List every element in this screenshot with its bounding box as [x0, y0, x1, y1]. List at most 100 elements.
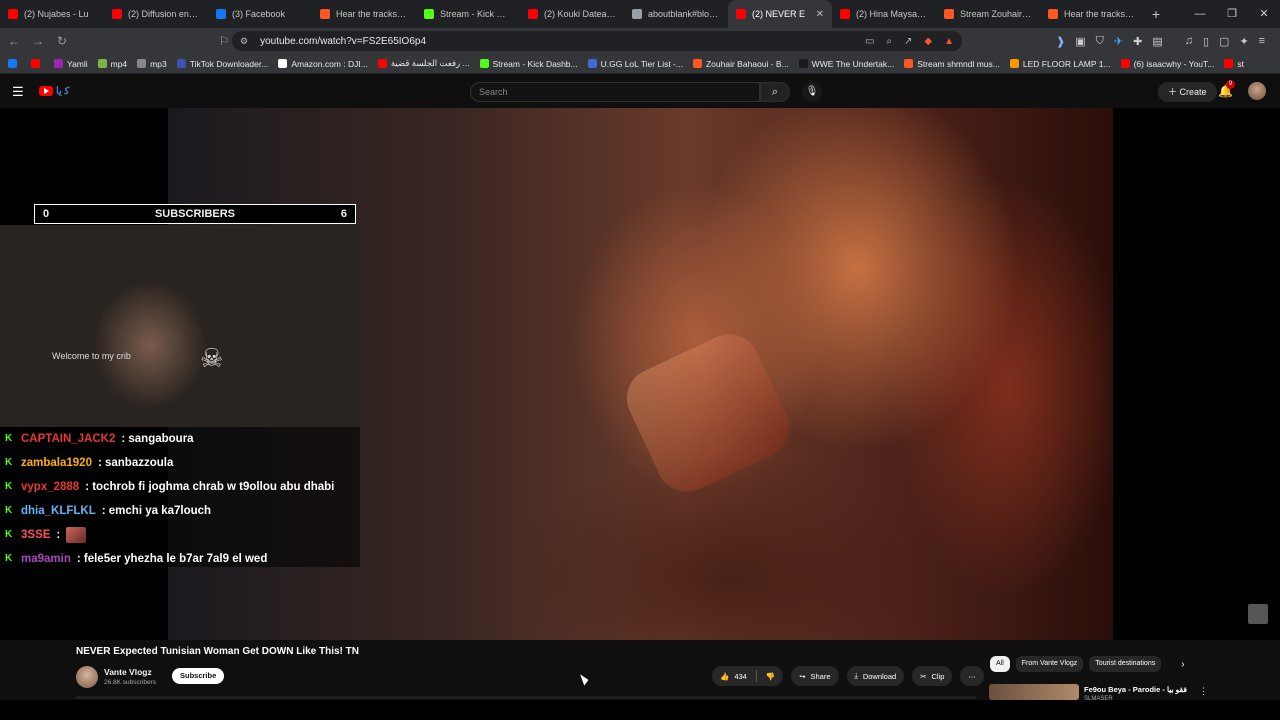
extension-icon[interactable]: ▣ [1075, 35, 1085, 48]
thumbs-down-icon[interactable]: 👎 [766, 672, 775, 681]
shield-icon[interactable]: ⛉ [1096, 35, 1104, 48]
subscribe-button[interactable]: Subscribe [172, 668, 225, 684]
clip-button[interactable]: ✂ Clip [912, 666, 953, 686]
share-button[interactable]: ↪ Share [791, 666, 839, 686]
brave-rewards-icon[interactable]: ▲ [944, 36, 954, 47]
wallet-icon[interactable]: ▢ [1219, 35, 1229, 48]
bookmark-item[interactable]: (6) isaacwhy - YouT... [1120, 59, 1214, 69]
bookmark-item[interactable]: mp4 [97, 58, 128, 69]
search-input[interactable]: Search [470, 82, 760, 102]
new-tab-button[interactable]: + [1144, 6, 1168, 22]
filter-chip[interactable]: From Vante Vlogz [1015, 656, 1084, 672]
miniplayer-thumb[interactable] [1248, 604, 1268, 624]
youtube-logo[interactable]: ﻛ ﻳﺎ [39, 84, 93, 98]
channel-avatar[interactable] [76, 666, 98, 688]
share-icon[interactable]: ↗ [904, 36, 912, 47]
download-button[interactable]: ⤓ Download [846, 666, 905, 686]
tab-favicon-icon [320, 9, 330, 19]
chat-username: ma9amin [21, 553, 71, 565]
extension-icon[interactable]: ▤ [1152, 35, 1162, 48]
bookmark-item[interactable]: Stream shmndl mus... [904, 59, 1000, 69]
more-actions-button[interactable]: ⋯ [960, 666, 984, 686]
bookmark-label: st [1237, 58, 1244, 69]
browser-tab[interactable]: (2) Kouki Dateacher [520, 0, 624, 28]
browser-tab[interactable]: Stream Zouhair Bah [936, 0, 1040, 28]
tab-label: (2) Diffusion en dire [128, 9, 200, 19]
zoom-icon[interactable]: ⌕ [886, 36, 892, 47]
voice-search-button[interactable]: 🎙 [802, 82, 822, 102]
reload-icon[interactable]: ↻ [52, 34, 72, 48]
kick-icon: K [5, 457, 13, 468]
bookmark-label: mp4 [110, 58, 128, 69]
bookmark-item[interactable]: TikTok Downloader... [176, 59, 268, 69]
rec-title[interactable]: Fe9ou Beya - Parodie - فقو بيا [1084, 685, 1187, 694]
recommended-video[interactable]: Fe9ou Beya - Parodie - فقو بيا SLMASER ⋮ [989, 684, 1209, 702]
filter-chip[interactable]: Tourist destinations [1089, 656, 1162, 672]
menu-icon[interactable]: ≡ [1259, 35, 1265, 47]
bookmark-item[interactable] [8, 59, 21, 68]
forward-icon[interactable]: → [28, 34, 48, 48]
omnibox[interactable]: ⚙ youtube.com/watch?v=FS2E65IO6p4 ▭ ⌕ ↗ … [232, 31, 962, 51]
more-vert-icon[interactable]: ⋮ [1199, 686, 1208, 697]
sub-goal-start: 0 [43, 208, 50, 220]
ai-icon[interactable]: ✦ [1239, 35, 1248, 48]
tab-favicon-icon [8, 9, 18, 19]
tab-favicon-icon [528, 9, 538, 19]
menu-icon[interactable]: ☰ [12, 84, 24, 100]
bookmark-item[interactable]: رفعت الجلسة قضية ... [377, 58, 470, 69]
bookmark-item[interactable]: st [1224, 59, 1244, 69]
bookmark-item[interactable]: Yamli [54, 59, 88, 69]
site-info-icon[interactable]: ⚙ [240, 36, 248, 47]
bookmark-item[interactable]: WWE The Undertak... [798, 59, 894, 69]
scissors-icon: ✂ [920, 671, 927, 681]
browser-tab[interactable]: (2) Nujabes - Lu [0, 0, 104, 28]
browser-tab-strip: (2) Nujabes - Lu (2) Diffusion en dire (3)… [0, 0, 1280, 28]
close-icon[interactable]: ✕ [1248, 0, 1280, 28]
download-icon: ⤓ [854, 671, 858, 680]
avatar[interactable] [1248, 82, 1266, 100]
restore-icon[interactable]: ❐ [1216, 0, 1248, 28]
bookmark-item[interactable]: mp3 [137, 59, 167, 69]
bookmark-item[interactable]: U.GG LoL Tier List -... [587, 59, 683, 69]
music-icon[interactable]: ♫ [1185, 35, 1193, 47]
create-button[interactable]: ＋ Create [1158, 82, 1217, 102]
chevron-right-icon[interactable]: › [1181, 659, 1184, 670]
channel-name[interactable]: Vante Vlogz [104, 667, 152, 677]
browser-tab[interactable]: (2) NEVER E ✕ [728, 0, 832, 28]
bookmark-item[interactable] [31, 59, 44, 68]
like-button[interactable]: 👍 434 👎 [712, 666, 784, 686]
browser-tab[interactable]: Hear the tracks you [1040, 0, 1144, 28]
browser-tab[interactable]: Hear the tracks you [312, 0, 416, 28]
filter-chip[interactable]: All [990, 656, 1010, 672]
brave-shield-icon[interactable]: ◆ [924, 36, 932, 47]
browser-tab[interactable]: aboutblank#blocke [624, 0, 728, 28]
translate-icon[interactable]: ❱ [1056, 35, 1065, 48]
thumbs-up-icon: 👍 [720, 671, 730, 681]
minimize-icon[interactable]: — [1184, 0, 1216, 28]
puzzle-icon[interactable]: ✚ [1133, 35, 1142, 48]
chat-username: 3SSE [21, 529, 51, 541]
browser-tab[interactable]: (2) Diffusion en dire [104, 0, 208, 28]
bookmark-favicon-icon [176, 59, 186, 68]
back-icon[interactable]: ← [4, 34, 24, 48]
tab-close-icon[interactable]: ✕ [816, 9, 824, 20]
browser-tab[interactable]: (3) Facebook [208, 0, 312, 28]
browser-tab[interactable]: Stream - Kick Dashb [416, 0, 520, 28]
bookmark-item[interactable]: Amazon.com : DJI... [278, 59, 368, 69]
sidebar-icon[interactable]: ▯ [1203, 35, 1209, 48]
tab-favicon-icon [840, 9, 850, 19]
browser-tab[interactable]: (2) Hina Maysara X [832, 0, 936, 28]
bookmark-item[interactable]: Zouhair Bahaoui - B... [692, 59, 789, 69]
bookmark-favicon-icon [278, 59, 288, 68]
clip-label: Clip [931, 671, 945, 681]
rec-thumbnail[interactable] [989, 684, 1079, 700]
cast-icon[interactable]: ▭ [865, 36, 874, 47]
extension-icon[interactable]: ✈ [1114, 35, 1123, 48]
tab-favicon-icon [944, 9, 954, 19]
bookmark-item[interactable]: LED FLOOR LAMP 1... [1009, 59, 1111, 69]
subscriber-goal-bar: 0 SUBSCRIBERS 6 [34, 204, 356, 224]
bookmark-icon[interactable]: ⚐ [214, 34, 234, 48]
search-button[interactable]: ⌕ [760, 82, 790, 102]
bookmark-item[interactable]: Stream - Kick Dashb... [479, 59, 578, 69]
video-player[interactable]: 0 SUBSCRIBERS 6 Welcome to my crib ☠ K CA… [0, 108, 1280, 640]
